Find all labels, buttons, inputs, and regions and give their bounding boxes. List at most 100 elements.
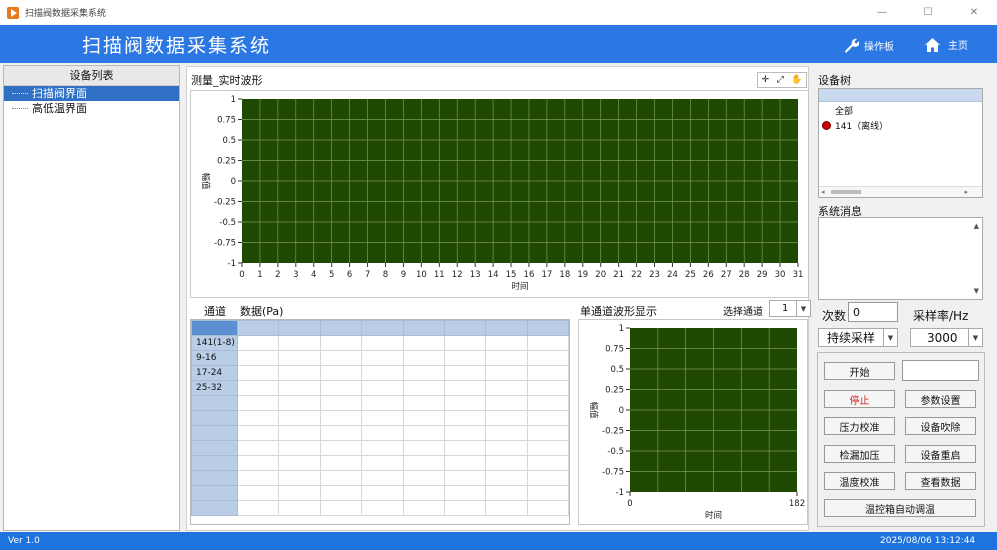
row-header-cell[interactable]: 17-24 (191, 365, 238, 381)
pressure-calibration-button[interactable]: 压力校准 (824, 417, 895, 435)
table-cell[interactable] (319, 485, 363, 501)
table-cell[interactable] (319, 365, 363, 381)
column-header-cell[interactable] (278, 320, 321, 336)
table-cell[interactable] (526, 410, 569, 426)
row-header-cell[interactable] (191, 320, 238, 336)
table-cell[interactable] (278, 485, 321, 501)
device-restart-button[interactable]: 设备重启 (905, 445, 976, 463)
table-cell[interactable] (236, 440, 280, 456)
table-cell[interactable] (402, 335, 445, 351)
row-header-cell[interactable] (191, 470, 238, 486)
minimize-button[interactable]: — (859, 0, 905, 25)
scroll-down-icon[interactable]: ▼ (974, 287, 979, 295)
table-cell[interactable] (526, 455, 569, 471)
table-cell[interactable] (526, 365, 569, 381)
table-cell[interactable] (526, 485, 569, 501)
column-header-cell[interactable] (485, 320, 528, 336)
stop-button[interactable]: 停止 (824, 390, 895, 408)
table-cell[interactable] (443, 470, 487, 486)
table-cell[interactable] (443, 380, 487, 396)
table-cell[interactable] (278, 455, 321, 471)
device-tree[interactable]: 全部 141（离线） ◂ ▸ (818, 88, 983, 198)
table-cell[interactable] (526, 425, 569, 441)
view-data-button[interactable]: 查看数据 (905, 472, 976, 490)
table-cell[interactable] (236, 365, 280, 381)
table-cell[interactable] (443, 395, 487, 411)
table-cell[interactable] (236, 455, 280, 471)
table-cell[interactable] (526, 395, 569, 411)
sample-mode-select[interactable]: 持续采样 ▼ (818, 328, 898, 347)
horizontal-scrollbar[interactable]: ◂ ▸ (819, 186, 982, 197)
device-purge-button[interactable]: 设备吹除 (905, 417, 976, 435)
table-cell[interactable] (485, 365, 528, 381)
realtime-wave-graph[interactable]: 1 0.75 0.5 0.25 0 -0.25 -0.5 -0.75 -1 0 1 2 3 4 5 6 7 8 9 1… (190, 90, 809, 298)
table-cell[interactable] (485, 380, 528, 396)
row-header-cell[interactable] (191, 500, 238, 516)
table-cell[interactable] (278, 350, 321, 366)
table-cell[interactable] (361, 410, 404, 426)
device-list-item-scanner[interactable]: 扫描阀界面 (4, 86, 179, 101)
leak-test-button[interactable]: 检漏加压 (824, 445, 895, 463)
scroll-up-icon[interactable]: ▲ (974, 222, 979, 230)
table-cell[interactable] (361, 350, 404, 366)
table-cell[interactable] (319, 395, 363, 411)
table-cell[interactable] (485, 500, 528, 516)
table-cell[interactable] (236, 380, 280, 396)
table-cell[interactable] (402, 365, 445, 381)
table-cell[interactable] (278, 410, 321, 426)
table-cell[interactable] (485, 395, 528, 411)
table-cell[interactable] (402, 410, 445, 426)
start-status-field[interactable] (902, 360, 979, 381)
table-cell[interactable] (402, 380, 445, 396)
table-cell[interactable] (526, 440, 569, 456)
system-message-box[interactable]: ▲ ▼ (818, 217, 983, 300)
table-cell[interactable] (402, 500, 445, 516)
table-cell[interactable] (361, 425, 404, 441)
table-cell[interactable] (526, 470, 569, 486)
table-cell[interactable] (361, 470, 404, 486)
table-cell[interactable] (319, 470, 363, 486)
table-cell[interactable] (485, 440, 528, 456)
device-list-item-temperature[interactable]: 高低温界面 (4, 101, 179, 116)
table-cell[interactable] (526, 380, 569, 396)
device-tree-all[interactable]: 全部 (835, 104, 853, 117)
row-header-cell[interactable] (191, 485, 238, 501)
table-cell[interactable] (402, 395, 445, 411)
table-cell[interactable] (278, 380, 321, 396)
crosshair-icon[interactable]: ✛ (762, 75, 770, 85)
close-button[interactable]: ✕ (951, 0, 997, 25)
table-cell[interactable] (319, 425, 363, 441)
table-cell[interactable] (443, 350, 487, 366)
table-cell[interactable] (443, 440, 487, 456)
table-cell[interactable] (361, 455, 404, 471)
table-cell[interactable] (278, 335, 321, 351)
table-cell[interactable] (485, 425, 528, 441)
table-cell[interactable] (236, 425, 280, 441)
table-cell[interactable] (319, 410, 363, 426)
table-cell[interactable] (319, 335, 363, 351)
table-cell[interactable] (278, 395, 321, 411)
row-header-cell[interactable]: 9-16 (191, 350, 238, 366)
table-cell[interactable] (361, 365, 404, 381)
maximize-button[interactable]: ☐ (905, 0, 951, 25)
table-cell[interactable] (236, 350, 280, 366)
table-cell[interactable] (402, 470, 445, 486)
table-cell[interactable] (236, 500, 280, 516)
sample-rate-select[interactable]: 3000 ▼ (910, 328, 983, 347)
table-cell[interactable] (319, 380, 363, 396)
column-header-cell[interactable] (402, 320, 445, 336)
column-header-cell[interactable] (443, 320, 487, 336)
row-header-cell[interactable] (191, 455, 238, 471)
table-cell[interactable] (526, 500, 569, 516)
row-header-cell[interactable] (191, 440, 238, 456)
table-cell[interactable] (402, 455, 445, 471)
table-cell[interactable] (402, 350, 445, 366)
table-cell[interactable] (236, 410, 280, 426)
table-cell[interactable] (278, 425, 321, 441)
table-cell[interactable] (361, 380, 404, 396)
column-header-cell[interactable] (526, 320, 569, 336)
column-header-cell[interactable] (361, 320, 404, 336)
table-cell[interactable] (361, 335, 404, 351)
table-cell[interactable] (361, 395, 404, 411)
table-cell[interactable] (443, 455, 487, 471)
